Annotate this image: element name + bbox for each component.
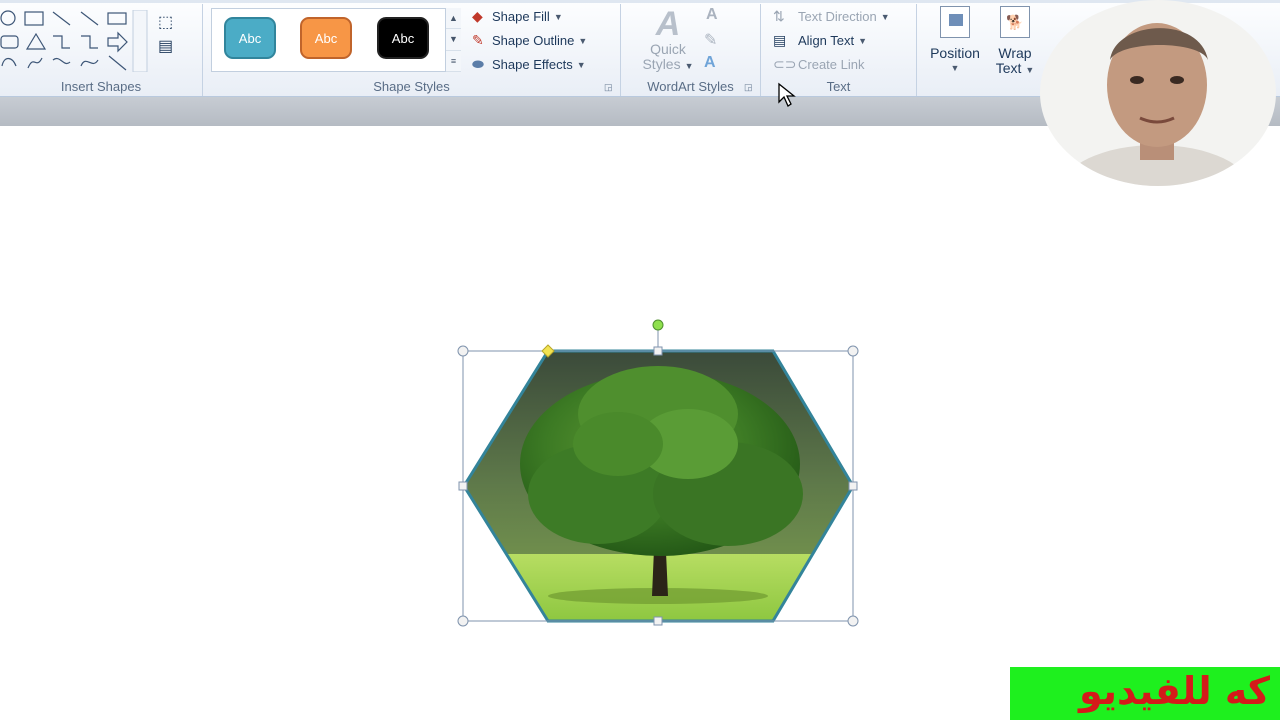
resize-handle-top xyxy=(653,346,663,356)
dialog-launcher-icon[interactable]: ◲ xyxy=(744,82,753,93)
shape-oval-icon xyxy=(0,10,16,26)
effects-icon: ⬬ xyxy=(472,56,484,72)
group-insert-shapes: ⬚ ▤ Insert Shapes xyxy=(0,4,203,96)
shape-fill-label: Shape Fill xyxy=(492,9,550,24)
resize-handle-right xyxy=(848,481,858,491)
quick-styles-label-1: Quick xyxy=(650,41,686,57)
wrap-text-label-2: Text xyxy=(995,60,1022,76)
paint-bucket-icon: ◆ xyxy=(472,8,483,24)
style-sample-black[interactable]: Abc xyxy=(377,17,429,59)
wrap-text-button[interactable]: 🐕 Wrap Text ▼ xyxy=(990,6,1040,78)
create-link-button[interactable]: ⊂⊃ Create Link xyxy=(773,56,864,73)
shape-effects-label: Shape Effects xyxy=(492,57,573,72)
chevron-down-icon: ▼ xyxy=(553,11,563,22)
text-outline-icon[interactable]: ✎ xyxy=(704,30,717,50)
text-direction-label: Text Direction xyxy=(798,9,877,24)
webcam-overlay xyxy=(1040,0,1276,186)
chevron-down-icon: ▼ xyxy=(880,11,890,22)
presenter-avatar xyxy=(1040,0,1276,186)
text-fill-icon[interactable]: A xyxy=(706,6,718,24)
align-text-icon: ▤ xyxy=(773,32,787,48)
shapes-gallery[interactable] xyxy=(0,10,150,72)
shape-fill-button[interactable]: ◆ Shape Fill ▼ xyxy=(472,8,563,25)
ribbon-top-border xyxy=(0,0,1280,3)
chevron-down-icon: ▼ xyxy=(578,35,588,46)
style-sample-label: Abc xyxy=(314,30,338,46)
shape-diagonal-icon xyxy=(108,55,127,71)
shape-line-icon xyxy=(52,11,71,26)
pencil-icon: ✎ xyxy=(472,32,484,48)
style-sample-label: Abc xyxy=(238,30,262,46)
gallery-down-icon[interactable]: ▼ xyxy=(446,29,461,51)
link-icon: ⊂⊃ xyxy=(773,56,797,72)
wrap-text-label-1: Wrap xyxy=(998,45,1032,61)
chevron-down-icon: ▼ xyxy=(950,63,960,73)
text-direction-icon: ⇅ xyxy=(773,8,785,24)
style-sample-orange[interactable]: Abc xyxy=(300,17,352,59)
shape-rectangle-icon xyxy=(107,12,127,25)
group-label-shape-styles: Shape Styles xyxy=(373,79,450,94)
shape-outline-label: Shape Outline xyxy=(492,33,575,48)
rotate-handle-icon xyxy=(652,319,664,331)
resize-handle-bottom xyxy=(653,616,663,626)
chevron-down-icon: ▼ xyxy=(576,59,586,70)
chevron-down-icon: ▼ xyxy=(684,61,694,71)
style-sample-teal[interactable]: Abc xyxy=(224,17,276,59)
edit-shape-icon[interactable]: ⬚ xyxy=(158,12,173,32)
shape-elbow-arrow-icon xyxy=(81,35,98,49)
position-label: Position xyxy=(930,45,980,61)
gallery-up-icon[interactable]: ▲ xyxy=(446,8,461,30)
resize-handle-tl xyxy=(457,345,469,357)
shape-wave-icon xyxy=(80,59,99,67)
text-direction-button[interactable]: ⇅ Text Direction ▼ xyxy=(773,8,890,25)
dialog-launcher-icon[interactable]: ◲ xyxy=(604,82,613,93)
hexagon-picture-shape[interactable] xyxy=(448,314,868,634)
shape-rounded-rect-icon xyxy=(0,35,19,49)
shape-effects-button[interactable]: ⬬ Shape Effects ▼ xyxy=(472,56,586,73)
shape-textbox-icon xyxy=(24,11,44,26)
shape-triangle-icon xyxy=(25,32,47,50)
quick-styles-button[interactable]: A Quick Styles ▼ xyxy=(640,6,696,74)
wordart-a-icon: A xyxy=(655,5,681,43)
banner-text: كه للفيديو xyxy=(1078,669,1270,713)
position-icon xyxy=(940,6,970,38)
shape-right-arrow-icon xyxy=(107,31,128,53)
chevron-down-icon: ▼ xyxy=(858,35,868,46)
quick-styles-label-2: Styles xyxy=(642,56,681,72)
wrap-text-icon: 🐕 xyxy=(1000,6,1030,38)
gallery-scroll[interactable]: ▲ ▼ ≡ xyxy=(445,8,461,72)
shape-scribble-icon xyxy=(27,57,43,69)
shape-freeform-icon xyxy=(1,57,17,67)
video-banner: كه للفيديو xyxy=(1010,667,1280,720)
group-label-wordart-styles: WordArt Styles xyxy=(647,79,734,94)
resize-handle-tr xyxy=(847,345,859,357)
group-label-insert-shapes: Insert Shapes xyxy=(60,79,142,94)
gallery-more-icon[interactable]: ≡ xyxy=(446,51,461,72)
create-link-label: Create Link xyxy=(798,57,865,72)
align-text-button[interactable]: ▤ Align Text ▼ xyxy=(773,32,867,49)
shape-outline-button[interactable]: ✎ Shape Outline ▼ xyxy=(472,32,587,49)
shape-curve-icon xyxy=(52,58,71,64)
tree-picture xyxy=(464,351,853,621)
draw-textbox-icon[interactable]: ▤ xyxy=(158,36,173,56)
shape-arrow-icon xyxy=(80,11,99,26)
chevron-down-icon: ▼ xyxy=(1025,65,1035,75)
mouse-cursor-icon xyxy=(778,82,796,107)
position-button[interactable]: Position ▼ xyxy=(924,6,986,76)
resize-handle-br xyxy=(847,615,859,627)
style-sample-label: Abc xyxy=(391,30,415,46)
resize-handle-bl xyxy=(457,615,469,627)
align-text-label: Align Text xyxy=(798,33,855,48)
resize-handle-left xyxy=(458,481,468,491)
shape-elbow-icon xyxy=(53,35,70,49)
text-effects-icon[interactable]: A xyxy=(704,54,716,72)
